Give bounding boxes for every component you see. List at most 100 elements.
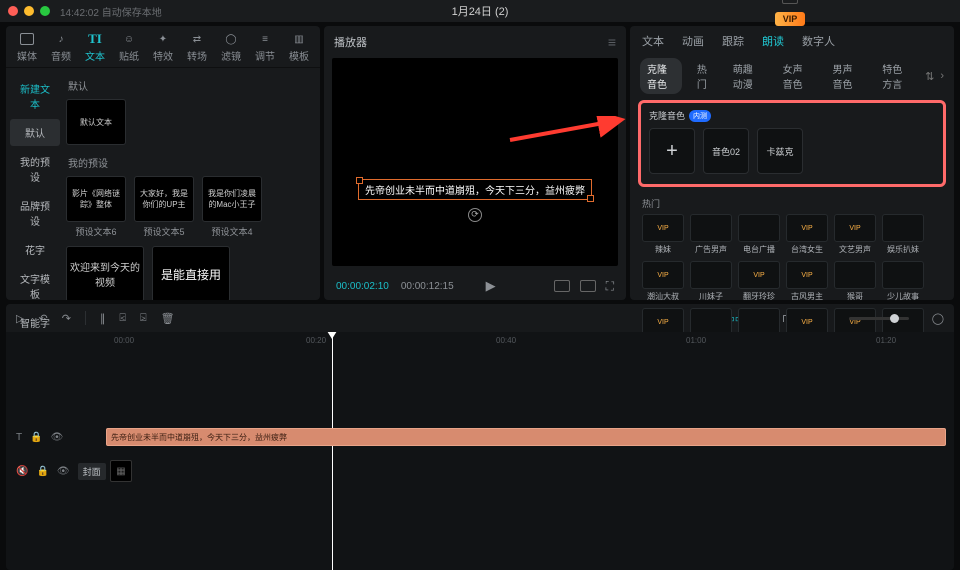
player-panel: 播放器 ≡ 先帝创业未半而中道崩殂，今天下三分，益州疲弊 ⟳ 00:00:02:…	[324, 26, 626, 300]
section-default: 默认	[68, 78, 314, 93]
rtab-track[interactable]: 跟踪	[722, 33, 744, 49]
sidenav-brand-presets[interactable]: 品牌预设	[10, 192, 60, 234]
voice-item[interactable]: 猴哥	[834, 261, 876, 302]
asset-panel: 媒体 ♪音频 TI文本 ☺贴纸 ✦特效 ⇄转场 ◯滤镜 ≡调节 ▥模板 新建文本…	[6, 26, 320, 300]
tile-default-text[interactable]: 默认文本	[66, 99, 126, 145]
voice-item[interactable]: 娱乐扒妹	[882, 214, 924, 255]
inspector-tabs: 文本 动画 跟踪 朗读 数字人	[630, 26, 954, 54]
tab-template[interactable]: ▥模板	[285, 32, 313, 63]
voice-item[interactable]: 广告男声	[690, 214, 732, 255]
text-clip[interactable]: 先帝创业未半而中道崩殂，今天下三分，益州疲弊	[106, 428, 946, 446]
section-hot: 热门	[642, 197, 942, 210]
tab-effects[interactable]: ✦特效	[149, 32, 177, 63]
rtab-avatar[interactable]: 数字人	[802, 33, 835, 49]
tile-preset-4[interactable]: 我是你们凌晨的Mac小王子预设文本4	[202, 176, 262, 238]
zoom-slider[interactable]	[849, 317, 909, 320]
cat-anime[interactable]: 萌趣动漫	[726, 58, 768, 94]
beta-pill: 内测	[689, 110, 711, 122]
tool-split-icon[interactable]: ∥	[100, 312, 106, 325]
time-total: 00:00:12:15	[401, 281, 454, 292]
track-visible-icon[interactable]: 👁	[51, 432, 64, 443]
tool-splitright-icon[interactable]: ⍄	[140, 312, 147, 325]
player-viewport[interactable]: 先帝创业未半而中道崩殂，今天下三分，益州疲弊 ⟳	[332, 58, 618, 266]
track-visible2-icon[interactable]: 👁	[57, 466, 70, 477]
play-button[interactable]: ▶	[486, 278, 496, 294]
playhead[interactable]	[332, 332, 333, 570]
section-my-presets: 我的预设	[68, 155, 314, 170]
asset-area: 默认 默认文本 我的预设 影片《网络谜踪》整体预设文本6 大家好，我是你们的UP…	[64, 68, 320, 300]
rtab-text[interactable]: 文本	[642, 33, 664, 49]
tool-redo-icon[interactable]: ↷	[62, 312, 71, 325]
sidenav-my-presets[interactable]: 我的预设	[10, 148, 60, 190]
minimize-window-icon[interactable]	[24, 6, 34, 16]
tile-preset-3[interactable]: 欢迎来到今天的视频预设文本3	[66, 246, 144, 300]
tab-transition[interactable]: ⇄转场	[183, 32, 211, 63]
cover-thumb[interactable]: ▦	[110, 460, 132, 482]
track-lock-icon[interactable]: 🔒	[30, 432, 42, 443]
voice-category-row: 克隆音色 热门 萌趣动漫 女声音色 男声音色 特色方言 ⇅ ›	[630, 54, 954, 94]
cat-male[interactable]: 男声音色	[825, 58, 867, 94]
cat-clone[interactable]: 克隆音色	[640, 58, 682, 94]
tile-preset-2[interactable]: 是能直接用预设文本2	[152, 246, 230, 300]
player-menu-icon[interactable]: ≡	[608, 34, 616, 50]
track-video[interactable]: 🔇 🔒 👁 封面 ▦	[6, 460, 954, 482]
clone-label: 克隆音色	[649, 109, 685, 122]
autosave-status: 14:42:02 自动保存本地	[60, 4, 162, 19]
ratio-icon[interactable]	[554, 280, 570, 292]
clone-voice-highlight: 克隆音色 内测 + 音色02 卡兹克	[638, 100, 946, 187]
tab-media[interactable]: 媒体	[13, 32, 41, 63]
cat-sort-icon[interactable]: ⇅	[925, 70, 934, 83]
canvas-text-object[interactable]: 先帝创业未半而中道崩殂，今天下三分，益州疲弊	[358, 179, 592, 200]
tile-preset-5[interactable]: 大家好，我是你们的UP主预设文本5	[134, 176, 194, 238]
voice-item[interactable]: VIP潮汕大叔	[642, 261, 684, 302]
tool-splitleft-icon[interactable]: ⍃	[119, 312, 126, 325]
add-clone-voice-button[interactable]: +	[649, 128, 695, 174]
sidenav-text-template[interactable]: 文字模板	[10, 265, 60, 307]
voice-item[interactable]: 少儿故事	[882, 261, 924, 302]
tool-pointer-icon[interactable]: ▷	[16, 312, 24, 325]
rtab-anim[interactable]: 动画	[682, 33, 704, 49]
time-current: 00:00:02:10	[336, 281, 389, 292]
player-title: 播放器	[334, 34, 367, 50]
voice-item[interactable]: VIP文艺男声	[834, 214, 876, 255]
tab-adjust[interactable]: ≡调节	[251, 32, 279, 63]
window-traffic-lights[interactable]	[8, 6, 50, 16]
tile-preset-6[interactable]: 影片《网络谜踪》整体预设文本6	[66, 176, 126, 238]
shortcut-icon[interactable]	[782, 0, 798, 4]
voice-item[interactable]: VIP台湾女生	[786, 214, 828, 255]
tab-text[interactable]: TI文本	[81, 32, 109, 63]
cat-more-icon[interactable]: ›	[940, 70, 944, 82]
track-lock2-icon[interactable]: 🔒	[36, 466, 48, 477]
timeline-ruler[interactable]: 00:00 00:20 00:40 01:00 01:20	[6, 332, 954, 352]
tab-audio[interactable]: ♪音频	[47, 32, 75, 63]
cat-hot[interactable]: 热门	[690, 58, 718, 94]
track-mute-icon[interactable]: 🔇	[16, 466, 28, 477]
clone-voice-2[interactable]: 音色02	[703, 128, 749, 174]
cat-female[interactable]: 女声音色	[776, 58, 818, 94]
vip-badge[interactable]: VIP	[775, 12, 806, 26]
tab-sticker[interactable]: ☺贴纸	[115, 32, 143, 63]
voice-item[interactable]: VIP古风男主	[786, 261, 828, 302]
track-text[interactable]: T 🔒 👁 先帝创业未半而中道崩殂，今天下三分，益州疲弊	[6, 428, 954, 446]
voice-item[interactable]: 电台广播	[738, 214, 780, 255]
voice-item[interactable]: 川妹子	[690, 261, 732, 302]
rtab-tts[interactable]: 朗读	[762, 33, 784, 49]
zoom-window-icon[interactable]	[40, 6, 50, 16]
tool-undo-icon[interactable]: ↶	[38, 312, 47, 325]
sidenav-default[interactable]: 默认	[10, 119, 60, 146]
sidenav-fancy-text[interactable]: 花字	[10, 236, 60, 263]
cover-label[interactable]: 封面	[78, 463, 106, 480]
tool-delete-icon[interactable]: 🗑	[161, 312, 175, 325]
fullscreen-icon[interactable]: ⛶	[606, 279, 614, 294]
voice-row-2: VIP潮汕大叔 川妹子 VIP翻牙玲珍 VIP古风男主 猴哥 少儿故事	[642, 261, 942, 302]
cat-dialect[interactable]: 特色方言	[875, 58, 917, 94]
voice-item[interactable]: VIP辣妹	[642, 214, 684, 255]
compare-icon[interactable]	[580, 280, 596, 292]
timeline[interactable]: 00:00 00:20 00:40 01:00 01:20 T 🔒 👁 先帝创业…	[6, 332, 954, 570]
rotate-handle-icon[interactable]: ⟳	[468, 208, 482, 222]
clone-voice-3[interactable]: 卡兹克	[757, 128, 803, 174]
tab-filter[interactable]: ◯滤镜	[217, 32, 245, 63]
voice-item[interactable]: VIP翻牙玲珍	[738, 261, 780, 302]
sidenav-new-text[interactable]: 新建文本	[10, 75, 60, 117]
close-window-icon[interactable]	[8, 6, 18, 16]
